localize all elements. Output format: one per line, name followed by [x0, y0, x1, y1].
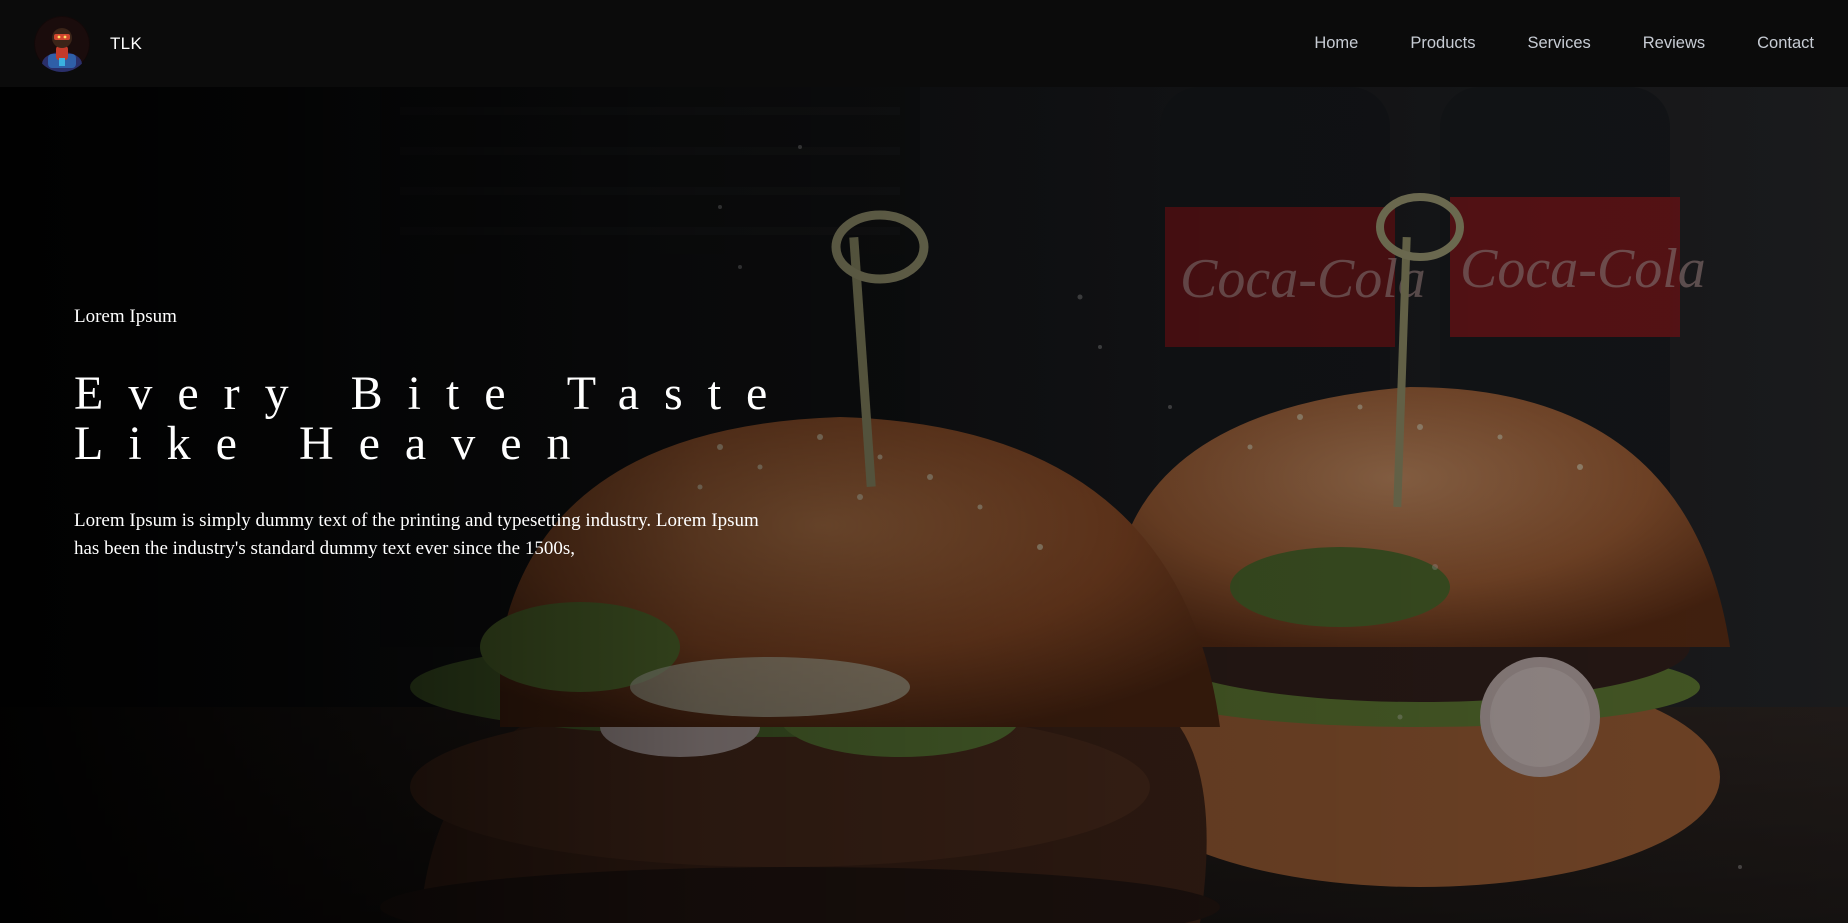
brand-name[interactable]: TLK [110, 34, 142, 54]
nav-link-reviews[interactable]: Reviews [1643, 34, 1705, 53]
hero-headline: Every Bite Taste Like Heaven [74, 369, 954, 469]
nav-link-products[interactable]: Products [1410, 34, 1475, 53]
main-nav: Home Products Services Reviews Contact [1314, 0, 1814, 87]
hero-dark-overlay [0, 87, 1848, 923]
avatar-logo-icon[interactable] [34, 15, 90, 72]
hero-section: Coca-Cola Coca-Cola [0, 87, 1848, 923]
top-navbar: TLK Home Products Services Reviews Conta… [0, 0, 1848, 87]
nav-link-services[interactable]: Services [1527, 34, 1590, 53]
hero-headline-line1: Every Bite Taste [74, 367, 793, 420]
hero-lead-text: Lorem Ipsum is simply dummy text of the … [74, 510, 759, 559]
hero-headline-line2: Like Heaven [74, 417, 596, 470]
hero-eyebrow: Lorem Ipsum [74, 306, 177, 327]
nav-link-home[interactable]: Home [1314, 34, 1358, 53]
nav-link-contact[interactable]: Contact [1757, 34, 1814, 53]
